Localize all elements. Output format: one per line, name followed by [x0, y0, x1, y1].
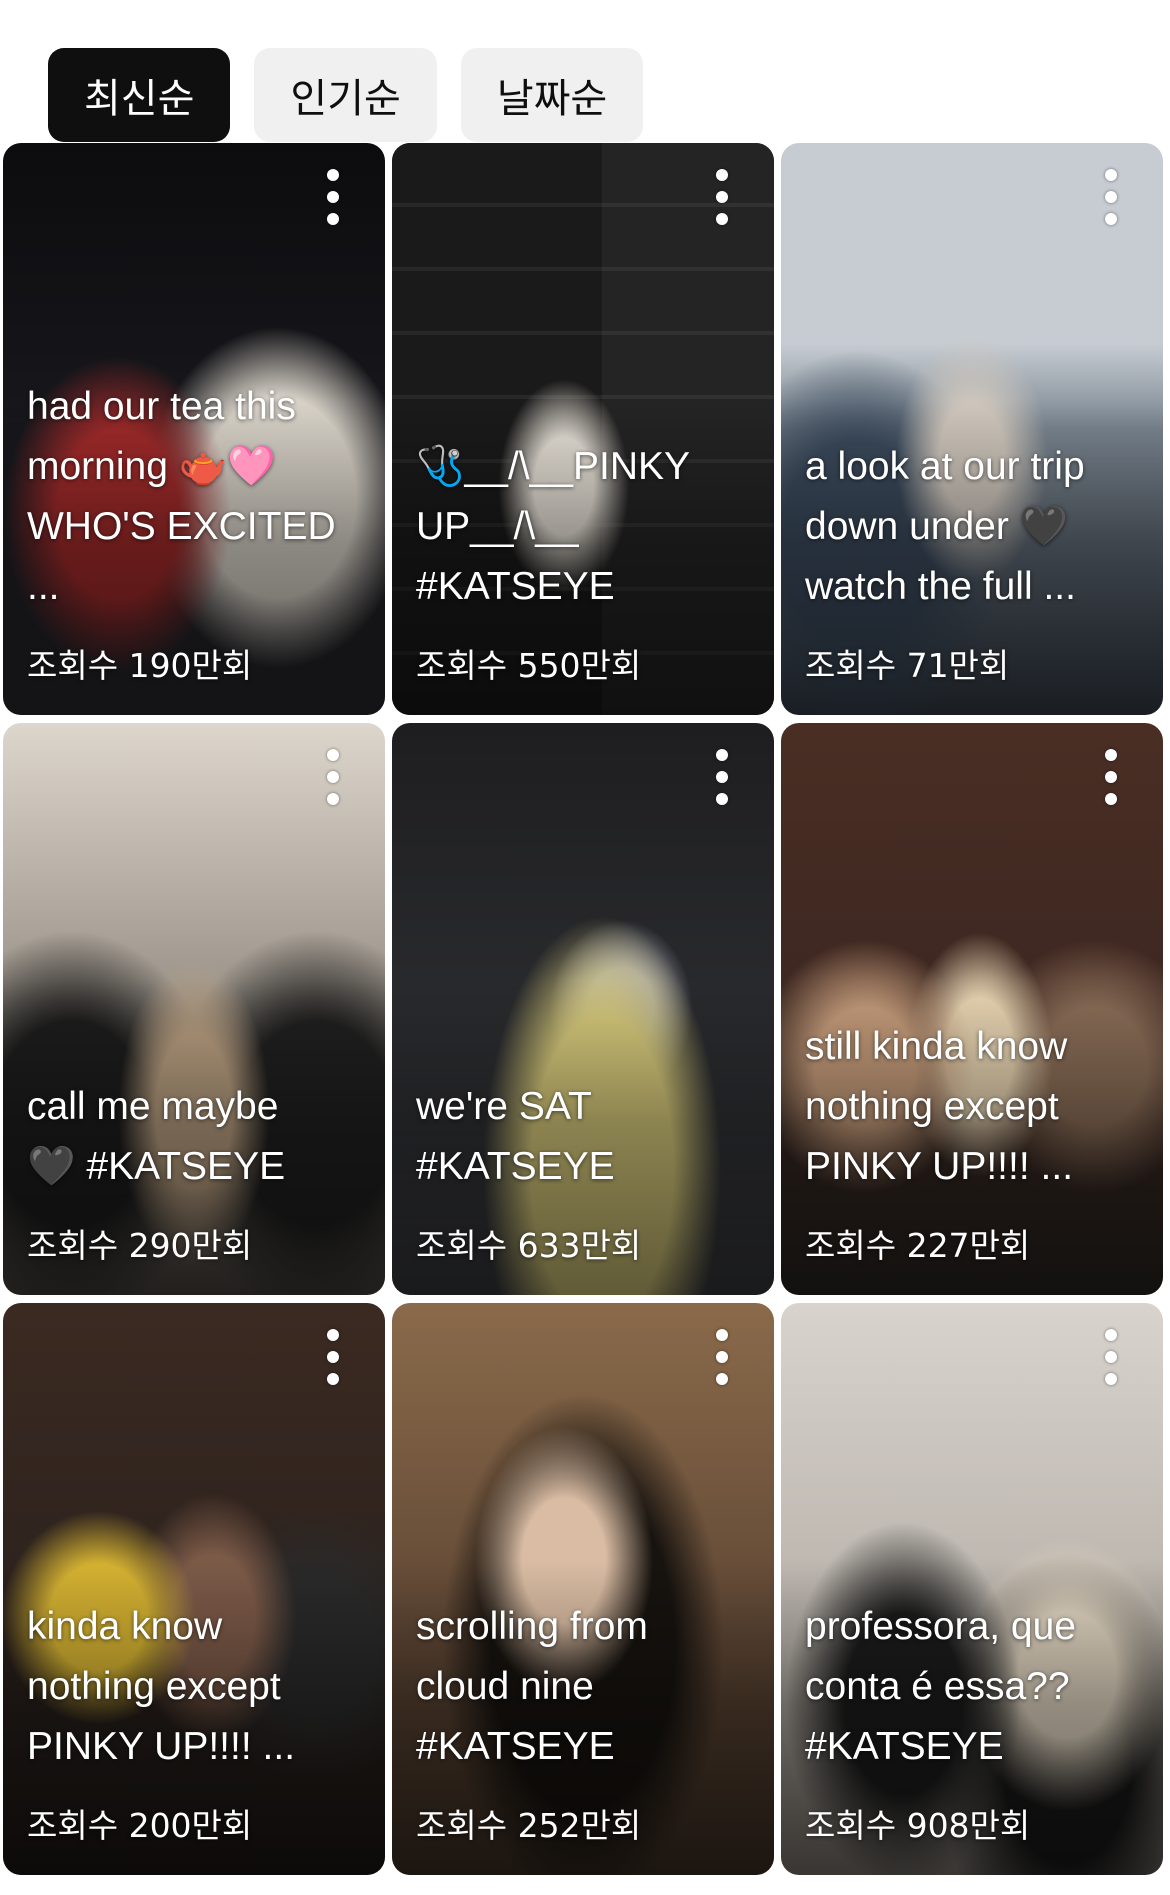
- view-count: 조회수 633만회: [416, 1226, 642, 1265]
- video-card[interactable]: kinda know nothing except PINKY UP!!!! .…: [3, 1303, 385, 1875]
- more-vertical-icon[interactable]: [1099, 1329, 1123, 1385]
- video-caption: still kinda know nothing except PINKY UP…: [805, 1025, 1074, 1188]
- video-card[interactable]: scrolling from cloud nine #KATSEYE 조회수 2…: [392, 1303, 774, 1875]
- more-vertical-icon[interactable]: [710, 169, 734, 225]
- video-card[interactable]: professora, que conta é essa?? #KATSEYE …: [781, 1303, 1163, 1875]
- sort-chip-bar: 최신순 인기순 날짜순: [48, 48, 644, 142]
- video-caption: kinda know nothing except PINKY UP!!!! .…: [27, 1605, 296, 1768]
- more-vertical-icon[interactable]: [321, 749, 345, 805]
- video-caption: had our tea this morning 🫖🩷 WHO'S EXCITE…: [27, 385, 336, 608]
- more-vertical-icon[interactable]: [1099, 749, 1123, 805]
- view-count: 조회수 252만회: [416, 1806, 642, 1845]
- view-count: 조회수 550만회: [416, 646, 642, 685]
- view-count: 조회수 290만회: [27, 1226, 253, 1265]
- more-vertical-icon[interactable]: [321, 169, 345, 225]
- video-card[interactable]: 🩺__/\__PINKY UP__/\__ #KATSEYE 조회수 550만회: [392, 143, 774, 715]
- video-card[interactable]: call me maybe 🖤 #KATSEYE 조회수 290만회: [3, 723, 385, 1295]
- more-vertical-icon[interactable]: [321, 1329, 345, 1385]
- chip-latest[interactable]: 최신순: [48, 48, 231, 142]
- view-count: 조회수 190만회: [27, 646, 253, 685]
- video-caption: a look at our trip down under 🖤 watch th…: [805, 445, 1085, 608]
- more-vertical-icon[interactable]: [1099, 169, 1123, 225]
- chip-date[interactable]: 날짜순: [460, 48, 644, 142]
- video-caption: 🩺__/\__PINKY UP__/\__ #KATSEYE: [416, 445, 691, 608]
- view-count: 조회수 908만회: [805, 1806, 1031, 1845]
- more-vertical-icon[interactable]: [710, 749, 734, 805]
- video-caption: call me maybe 🖤 #KATSEYE: [27, 1085, 286, 1188]
- video-card[interactable]: still kinda know nothing except PINKY UP…: [781, 723, 1163, 1295]
- video-card[interactable]: a look at our trip down under 🖤 watch th…: [781, 143, 1163, 715]
- video-card[interactable]: we're SAT #KATSEYE 조회수 633만회: [392, 723, 774, 1295]
- more-vertical-icon[interactable]: [710, 1329, 734, 1385]
- view-count: 조회수 200만회: [27, 1806, 253, 1845]
- chip-popular[interactable]: 인기순: [254, 48, 437, 142]
- shorts-grid: had our tea this morning 🫖🩷 WHO'S EXCITE…: [3, 143, 1167, 1875]
- video-card[interactable]: had our tea this morning 🫖🩷 WHO'S EXCITE…: [3, 143, 385, 715]
- video-caption: professora, que conta é essa?? #KATSEYE: [805, 1605, 1077, 1768]
- video-caption: scrolling from cloud nine #KATSEYE: [416, 1605, 648, 1768]
- view-count: 조회수 71만회: [805, 646, 1010, 685]
- video-caption: we're SAT #KATSEYE: [416, 1085, 615, 1188]
- view-count: 조회수 227만회: [805, 1226, 1031, 1265]
